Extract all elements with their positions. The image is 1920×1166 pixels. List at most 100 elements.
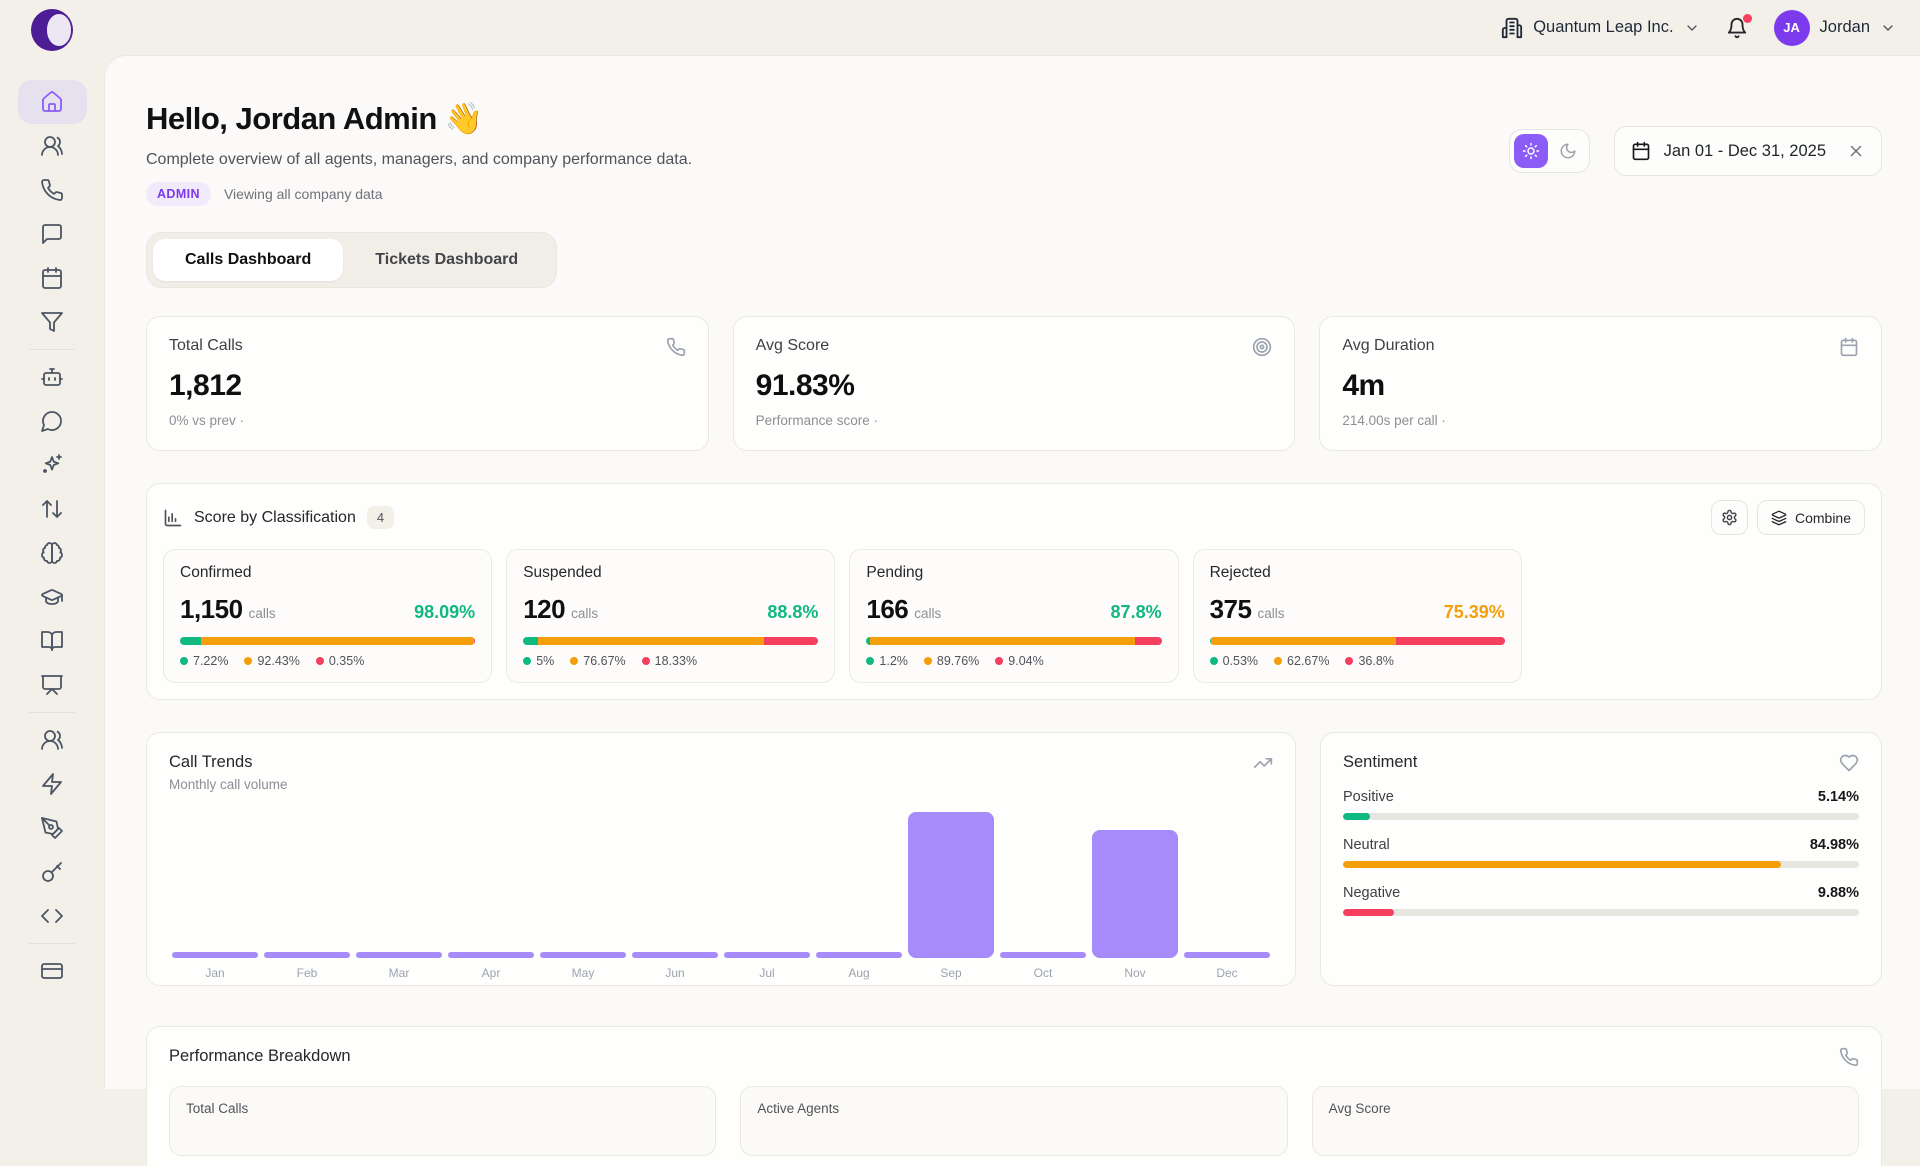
legend-dot (244, 657, 252, 665)
settings-button[interactable] (1711, 500, 1748, 535)
chevron-down-icon (1880, 20, 1896, 36)
legend-item: 36.8% (1345, 654, 1393, 668)
segmented-bar (180, 637, 475, 645)
segmented-bar (866, 637, 1161, 645)
chart-bar (908, 812, 994, 958)
legend-item: 92.43% (244, 654, 299, 668)
chart-column-apr (445, 802, 537, 958)
calls-count: 166 (866, 594, 908, 625)
app-logo (31, 9, 73, 51)
chart-tick-label: Dec (1181, 966, 1273, 980)
bar-chart-labels: JanFebMarAprMayJunJulAugSepOctNovDec (169, 966, 1273, 980)
sidebar-item-credit-card[interactable] (18, 949, 87, 993)
progress-fill (1343, 813, 1370, 820)
sentiment-rows: Positive5.14%Neutral84.98%Negative9.88% (1343, 789, 1859, 916)
progress-track (1343, 861, 1859, 868)
legend-item: 1.2% (866, 654, 908, 668)
legend-dot (1274, 657, 1282, 665)
legend-dot (866, 657, 874, 665)
sidebar-item-code[interactable] (18, 894, 87, 938)
bar-segment (870, 637, 1135, 645)
trending-up-icon (1253, 753, 1273, 773)
sidebar-item-zap[interactable] (18, 762, 87, 806)
stat-footnote: 0% vs prev · (169, 413, 686, 428)
chart-column-aug (813, 802, 905, 958)
progress-fill (1343, 909, 1394, 916)
legend-dot (1345, 657, 1353, 665)
book-open-icon (40, 629, 64, 653)
company-selector[interactable]: Quantum Leap Inc. (1501, 17, 1699, 39)
legend: 0.53%62.67%36.8% (1210, 654, 1505, 668)
sidebar-item-brain[interactable] (18, 531, 87, 575)
chart-tick-label: Apr (445, 966, 537, 980)
bar-segment (1211, 637, 1396, 645)
clear-date-button[interactable] (1847, 142, 1865, 160)
sidebar-item-home[interactable] (18, 80, 87, 124)
chart-column-feb (261, 802, 353, 958)
sidebar-item-calendar[interactable] (18, 256, 87, 300)
chart-tick-label: Aug (813, 966, 905, 980)
graduation-cap-icon (40, 585, 64, 609)
sidebar-item-graduation-cap[interactable] (18, 575, 87, 619)
section-title: Performance Breakdown (169, 1047, 1859, 1066)
chart-column-nov (1089, 802, 1181, 958)
combine-button[interactable]: Combine (1757, 500, 1865, 535)
sidebar-item-sparkles[interactable] (18, 443, 87, 487)
segmented-bar (523, 637, 818, 645)
sentiment-row-negative: Negative 9.88% (1343, 885, 1859, 916)
sidebar-item-phone[interactable] (18, 168, 87, 212)
calendar-icon (1839, 337, 1859, 357)
brain-icon (40, 541, 64, 565)
stat-footnote: Performance score · (756, 413, 1273, 428)
light-mode-button[interactable] (1514, 134, 1548, 168)
bar-segment (180, 637, 201, 645)
users-icon (40, 728, 64, 752)
tab-tickets-dashboard[interactable]: Tickets Dashboard (343, 239, 550, 281)
sidebar-item-presentation[interactable] (18, 663, 87, 707)
calls-suffix: calls (1257, 606, 1284, 621)
chart-bar (1092, 830, 1178, 958)
sidebar-item-message-square[interactable] (18, 212, 87, 256)
legend-dot (316, 657, 324, 665)
theme-toggle (1509, 129, 1590, 173)
bar-segment (764, 637, 818, 645)
sentiment-label: Negative (1343, 885, 1400, 901)
score-value: 75.39% (1444, 602, 1505, 623)
performance-card-total-calls: Total Calls (169, 1086, 716, 1156)
sidebar-item-pen-tool[interactable] (18, 806, 87, 850)
sidebar-item-key[interactable] (18, 850, 87, 894)
stat-value: 91.83% (756, 369, 1273, 403)
section-title: Score by Classification (194, 509, 356, 527)
bar-chart-icon (163, 508, 183, 528)
sun-icon (1522, 142, 1540, 160)
dark-mode-button[interactable] (1551, 134, 1585, 168)
tab-calls-dashboard[interactable]: Calls Dashboard (153, 239, 343, 281)
column-label: Active Agents (757, 1101, 1270, 1116)
sidebar-item-message-circle[interactable] (18, 399, 87, 443)
sidebar-item-funnel[interactable] (18, 300, 87, 344)
sentiment-value: 9.88% (1818, 885, 1859, 901)
chart-tick-label: May (537, 966, 629, 980)
sidebar-item-book-open[interactable] (18, 619, 87, 663)
notifications-button[interactable] (1726, 17, 1748, 39)
sidebar-item-users[interactable] (18, 718, 87, 762)
date-range-picker[interactable]: Jan 01 - Dec 31, 2025 (1614, 126, 1882, 176)
sidebar-item-bot[interactable] (18, 355, 87, 399)
legend-item: 89.76% (924, 654, 979, 668)
chart-bar (540, 952, 626, 958)
classification-label: Suspended (523, 564, 818, 582)
target-icon (1252, 337, 1272, 357)
user-menu[interactable]: JA Jordan (1774, 10, 1896, 46)
main-panel: Hello, Jordan Admin 👋 Complete overview … (104, 55, 1920, 1089)
chart-column-sep (905, 802, 997, 958)
legend-dot (995, 657, 1003, 665)
sidebar-item-users[interactable] (18, 124, 87, 168)
sentiment-label: Neutral (1343, 837, 1390, 853)
score-by-classification-section: Score by Classification 4 Combine Confir… (146, 483, 1882, 700)
classification-card-pending: Pending166calls87.8%1.2%89.76%9.04% (849, 549, 1178, 683)
combine-label: Combine (1795, 510, 1851, 526)
sidebar-item-arrow-up-down[interactable] (18, 487, 87, 531)
user-name: Jordan (1820, 18, 1870, 37)
trending-up-icon (1253, 753, 1273, 773)
performance-columns: Total Calls Active Agents Avg Score (169, 1086, 1859, 1156)
